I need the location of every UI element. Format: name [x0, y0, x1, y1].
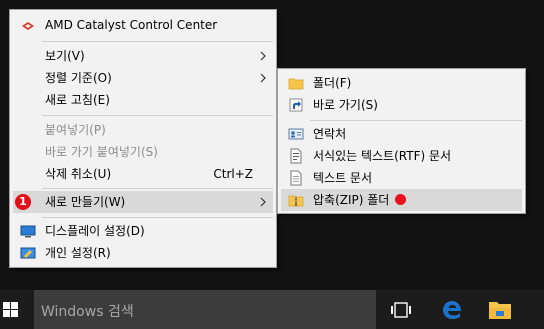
menu-item-undo-delete[interactable]: 삭제 취소(U) Ctrl+Z [13, 163, 273, 185]
menu-item-label: 폴더(F) [313, 76, 352, 90]
menu-separator [42, 41, 273, 42]
menu-item-label: 바로 가기 붙여넣기(S) [45, 145, 158, 159]
file-explorer-icon[interactable] [488, 299, 512, 321]
menu-item-label: AMD Catalyst Control Center [45, 18, 218, 32]
menu-item-new[interactable]: 1 새로 만들기(W) [13, 191, 273, 213]
task-view-icon[interactable] [390, 300, 412, 320]
submenu-item-zip-folder[interactable]: 압축(ZIP) 폴더 [281, 189, 522, 211]
menu-item-view[interactable]: 보기(V) [13, 45, 273, 67]
menu-item-refresh[interactable]: 새로 고침(E) [13, 89, 273, 111]
menu-item-label: 보기(V) [45, 49, 85, 63]
menu-item-label: 새로 고침(E) [45, 93, 110, 107]
personalize-icon [20, 247, 36, 259]
menu-item-sort[interactable]: 정렬 기준(O) [13, 67, 273, 89]
contact-icon [288, 128, 304, 140]
menu-item-label: 개인 설정(R) [45, 246, 111, 260]
display-icon [20, 225, 36, 238]
menu-item-display-settings[interactable]: 디스플레이 설정(D) [13, 220, 273, 242]
submenu-item-text-document[interactable]: 텍스트 문서 [281, 167, 522, 189]
edge-browser-icon[interactable] [440, 298, 464, 322]
menu-item-amd-catalyst[interactable]: AMD Catalyst Control Center [13, 14, 273, 36]
chevron-right-icon [260, 73, 266, 83]
text-document-icon [290, 170, 302, 186]
chevron-right-icon [260, 51, 266, 61]
menu-item-label: 새로 만들기(W) [45, 195, 126, 209]
submenu-item-folder[interactable]: 폴더(F) [281, 72, 522, 94]
new-submenu: 폴더(F) 바로 가기(S) 연락처 서식있는 텍스트(RTF) 문서 텍스트 … [277, 68, 526, 214]
step-badge: 1 [15, 194, 31, 210]
desktop-context-menu: AMD Catalyst Control Center 보기(V) 정렬 기준(… [9, 9, 277, 268]
menu-item-label: 텍스트 문서 [313, 171, 373, 185]
menu-item-label: 연락처 [313, 127, 347, 141]
zip-folder-icon [288, 195, 304, 207]
submenu-item-rtf-document[interactable]: 서식있는 텍스트(RTF) 문서 [281, 145, 522, 167]
menu-item-label: 삭제 취소(U) [45, 167, 112, 181]
menu-item-label: 디스플레이 설정(D) [45, 224, 145, 238]
amd-catalyst-icon [22, 22, 34, 30]
menu-separator [310, 120, 522, 121]
menu-item-paste-shortcut: 바로 가기 붙여넣기(S) [13, 141, 273, 163]
menu-separator [42, 188, 273, 189]
taskbar: Windows 검색 [0, 290, 544, 329]
taskbar-search-box[interactable]: Windows 검색 [34, 290, 376, 329]
search-placeholder: Windows 검색 [41, 304, 134, 320]
menu-item-paste: 붙여넣기(P) [13, 119, 273, 141]
submenu-item-contact[interactable]: 연락처 [281, 123, 522, 145]
zip-folder-label: 압축(ZIP) 폴더 [313, 193, 390, 207]
submenu-item-shortcut[interactable]: 바로 가기(S) [281, 94, 522, 116]
menu-item-label: 서식있는 텍스트(RTF) 문서 [313, 149, 452, 163]
shortcut-icon [289, 98, 303, 112]
shortcut-text: Ctrl+Z [213, 167, 253, 181]
menu-item-label: 바로 가기(S) [313, 98, 378, 112]
chevron-right-icon [260, 197, 266, 207]
menu-item-label: 정렬 기준(O) [45, 71, 112, 85]
menu-item-label: 압축(ZIP) 폴더 [313, 189, 407, 211]
menu-item-personalize[interactable]: 개인 설정(R) [13, 242, 273, 264]
menu-item-label: 붙여넣기(P) [45, 123, 106, 137]
menu-separator [42, 217, 273, 218]
menu-separator [42, 115, 273, 116]
windows-start-icon[interactable] [0, 290, 34, 329]
red-marker-dot [395, 194, 407, 205]
folder-icon [288, 78, 304, 90]
rtf-document-icon [290, 148, 302, 164]
